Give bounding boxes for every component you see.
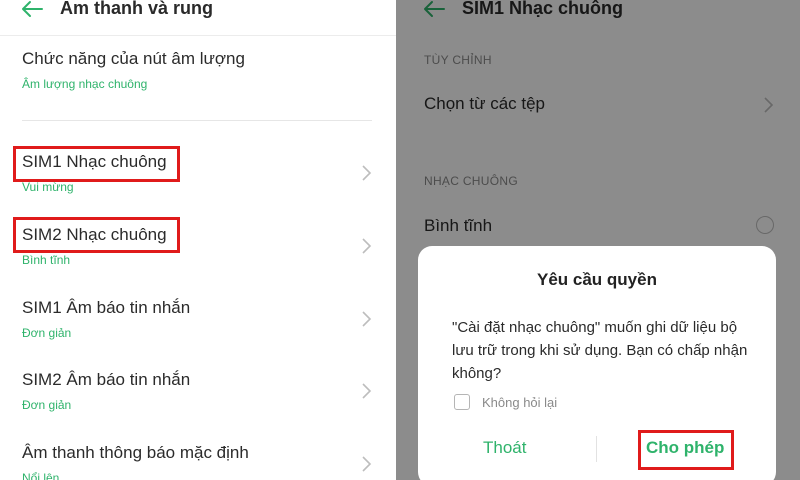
item-subtitle: Đơn giản [22,326,72,340]
button-separator [596,436,597,462]
sim2-message-tone-item[interactable]: SIM2 Âm báo tin nhắn Đơn giản [0,364,396,422]
exit-button[interactable]: Thoát [483,438,526,458]
highlight-box-sim2 [13,217,180,253]
item-subtitle: Đơn giản [22,398,72,412]
chevron-right-icon [362,311,372,327]
sim1-message-tone-item[interactable]: SIM1 Âm báo tin nhắn Đơn giản [0,292,396,350]
checkbox-label: Không hỏi lại [482,395,558,410]
dialog-message: "Cài đặt nhạc chuông" muốn ghi dữ liệu b… [452,319,748,382]
volume-button-function-item[interactable]: Chức năng của nút âm lượng Âm lượng nhạc… [0,46,396,106]
sound-settings-screen: Âm thanh và rung Chức năng của nút âm lư… [0,0,396,480]
top-bar: Âm thanh và rung [0,0,396,36]
item-title: SIM1 Âm báo tin nhắn [22,298,191,317]
item-title: SIM2 Âm báo tin nhắn [22,370,191,389]
dont-ask-again-checkbox[interactable] [454,394,470,410]
page-title: Âm thanh và rung [60,0,214,18]
highlight-box-sim1 [13,146,180,182]
back-arrow-icon[interactable] [20,0,44,18]
sim1-ringtone-screen: SIM1 Nhạc chuông TÙY CHỈNH Chọn từ các t… [396,0,800,480]
default-notification-sound-item[interactable]: Âm thanh thông báo mặc định Nổi lên [0,437,396,480]
item-subtitle: Bình tĩnh [22,253,71,267]
chevron-right-icon [362,238,372,254]
item-title: Chức năng của nút âm lượng [22,49,245,68]
dialog-title: Yêu cầu quyền [537,270,657,289]
item-subtitle: Âm lượng nhạc chuông [22,77,148,91]
chevron-right-icon [362,456,372,472]
highlight-box-allow [638,430,734,470]
item-title: Âm thanh thông báo mặc định [22,443,249,462]
chevron-right-icon [362,165,372,181]
item-subtitle: Nổi lên [22,471,60,480]
divider [22,120,372,121]
item-subtitle: Vui mừng [22,180,74,194]
chevron-right-icon [362,383,372,399]
